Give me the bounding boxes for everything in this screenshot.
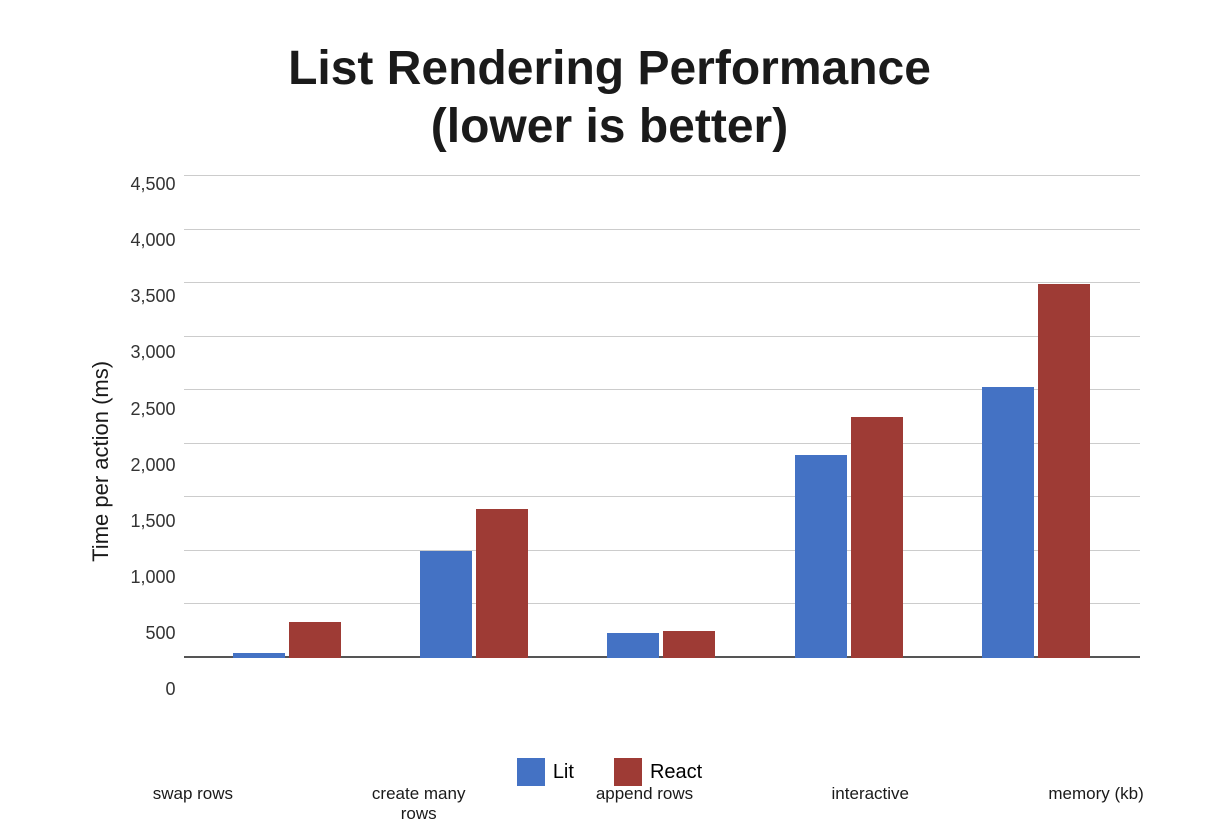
bars-row [184, 175, 1140, 658]
bar-group [607, 631, 715, 658]
y-tick: 500 [114, 624, 184, 642]
y-tick: 3,000 [114, 343, 184, 361]
y-tick: 4,500 [114, 175, 184, 193]
bar-react [851, 417, 903, 658]
y-tick: 0 [114, 680, 184, 698]
x-label: swap rows [138, 784, 248, 804]
bar-pair [982, 284, 1090, 658]
bar-pair [420, 509, 528, 658]
bar-pair [795, 417, 903, 658]
x-label: create manyrows [364, 784, 474, 825]
x-label: append rows [589, 784, 699, 804]
bar-react [1038, 284, 1090, 658]
x-labels: swap rowscreate manyrowsappend rowsinter… [70, 780, 1219, 820]
y-ticks: 0 500 1,000 1,500 2,000 2,500 3,000 3,500 4,000 4… [114, 175, 184, 698]
y-tick: 4,000 [114, 231, 184, 249]
bar-group [420, 509, 528, 658]
bar-pair [233, 622, 341, 658]
chart-container: List Rendering Performance (lower is bet… [60, 20, 1160, 800]
title-line1: List Rendering Performance [288, 42, 931, 95]
bars-and-grid [184, 175, 1140, 698]
bar-react [476, 509, 528, 658]
x-label: memory (kb) [1041, 784, 1151, 804]
bar-react [663, 631, 715, 658]
bar-group [795, 417, 903, 658]
chart-area: Time per action (ms) 0 500 1,000 1,500 2,000… [80, 175, 1140, 748]
y-axis-label: Time per action (ms) [80, 175, 114, 748]
bar-lit [233, 653, 285, 658]
bar-lit [607, 633, 659, 658]
bar-react [289, 622, 341, 658]
y-tick: 2,000 [114, 456, 184, 474]
x-label: interactive [815, 784, 925, 804]
y-tick: 3,500 [114, 287, 184, 305]
y-tick: 2,500 [114, 400, 184, 418]
y-tick: 1,500 [114, 512, 184, 530]
bar-lit [420, 551, 472, 658]
title-line2: (lower is better) [431, 100, 788, 153]
bar-pair [607, 631, 715, 658]
plot-area: 0 500 1,000 1,500 2,000 2,500 3,000 3,500 4,000 4… [114, 175, 1140, 698]
bar-lit [982, 387, 1034, 658]
bar-group [233, 622, 341, 658]
bar-lit [795, 455, 847, 658]
chart-inner: 0 500 1,000 1,500 2,000 2,500 3,000 3,500 4,000 4… [114, 175, 1140, 748]
bar-group [982, 284, 1090, 658]
chart-title: List Rendering Performance (lower is bet… [288, 40, 931, 155]
y-tick: 1,000 [114, 568, 184, 586]
